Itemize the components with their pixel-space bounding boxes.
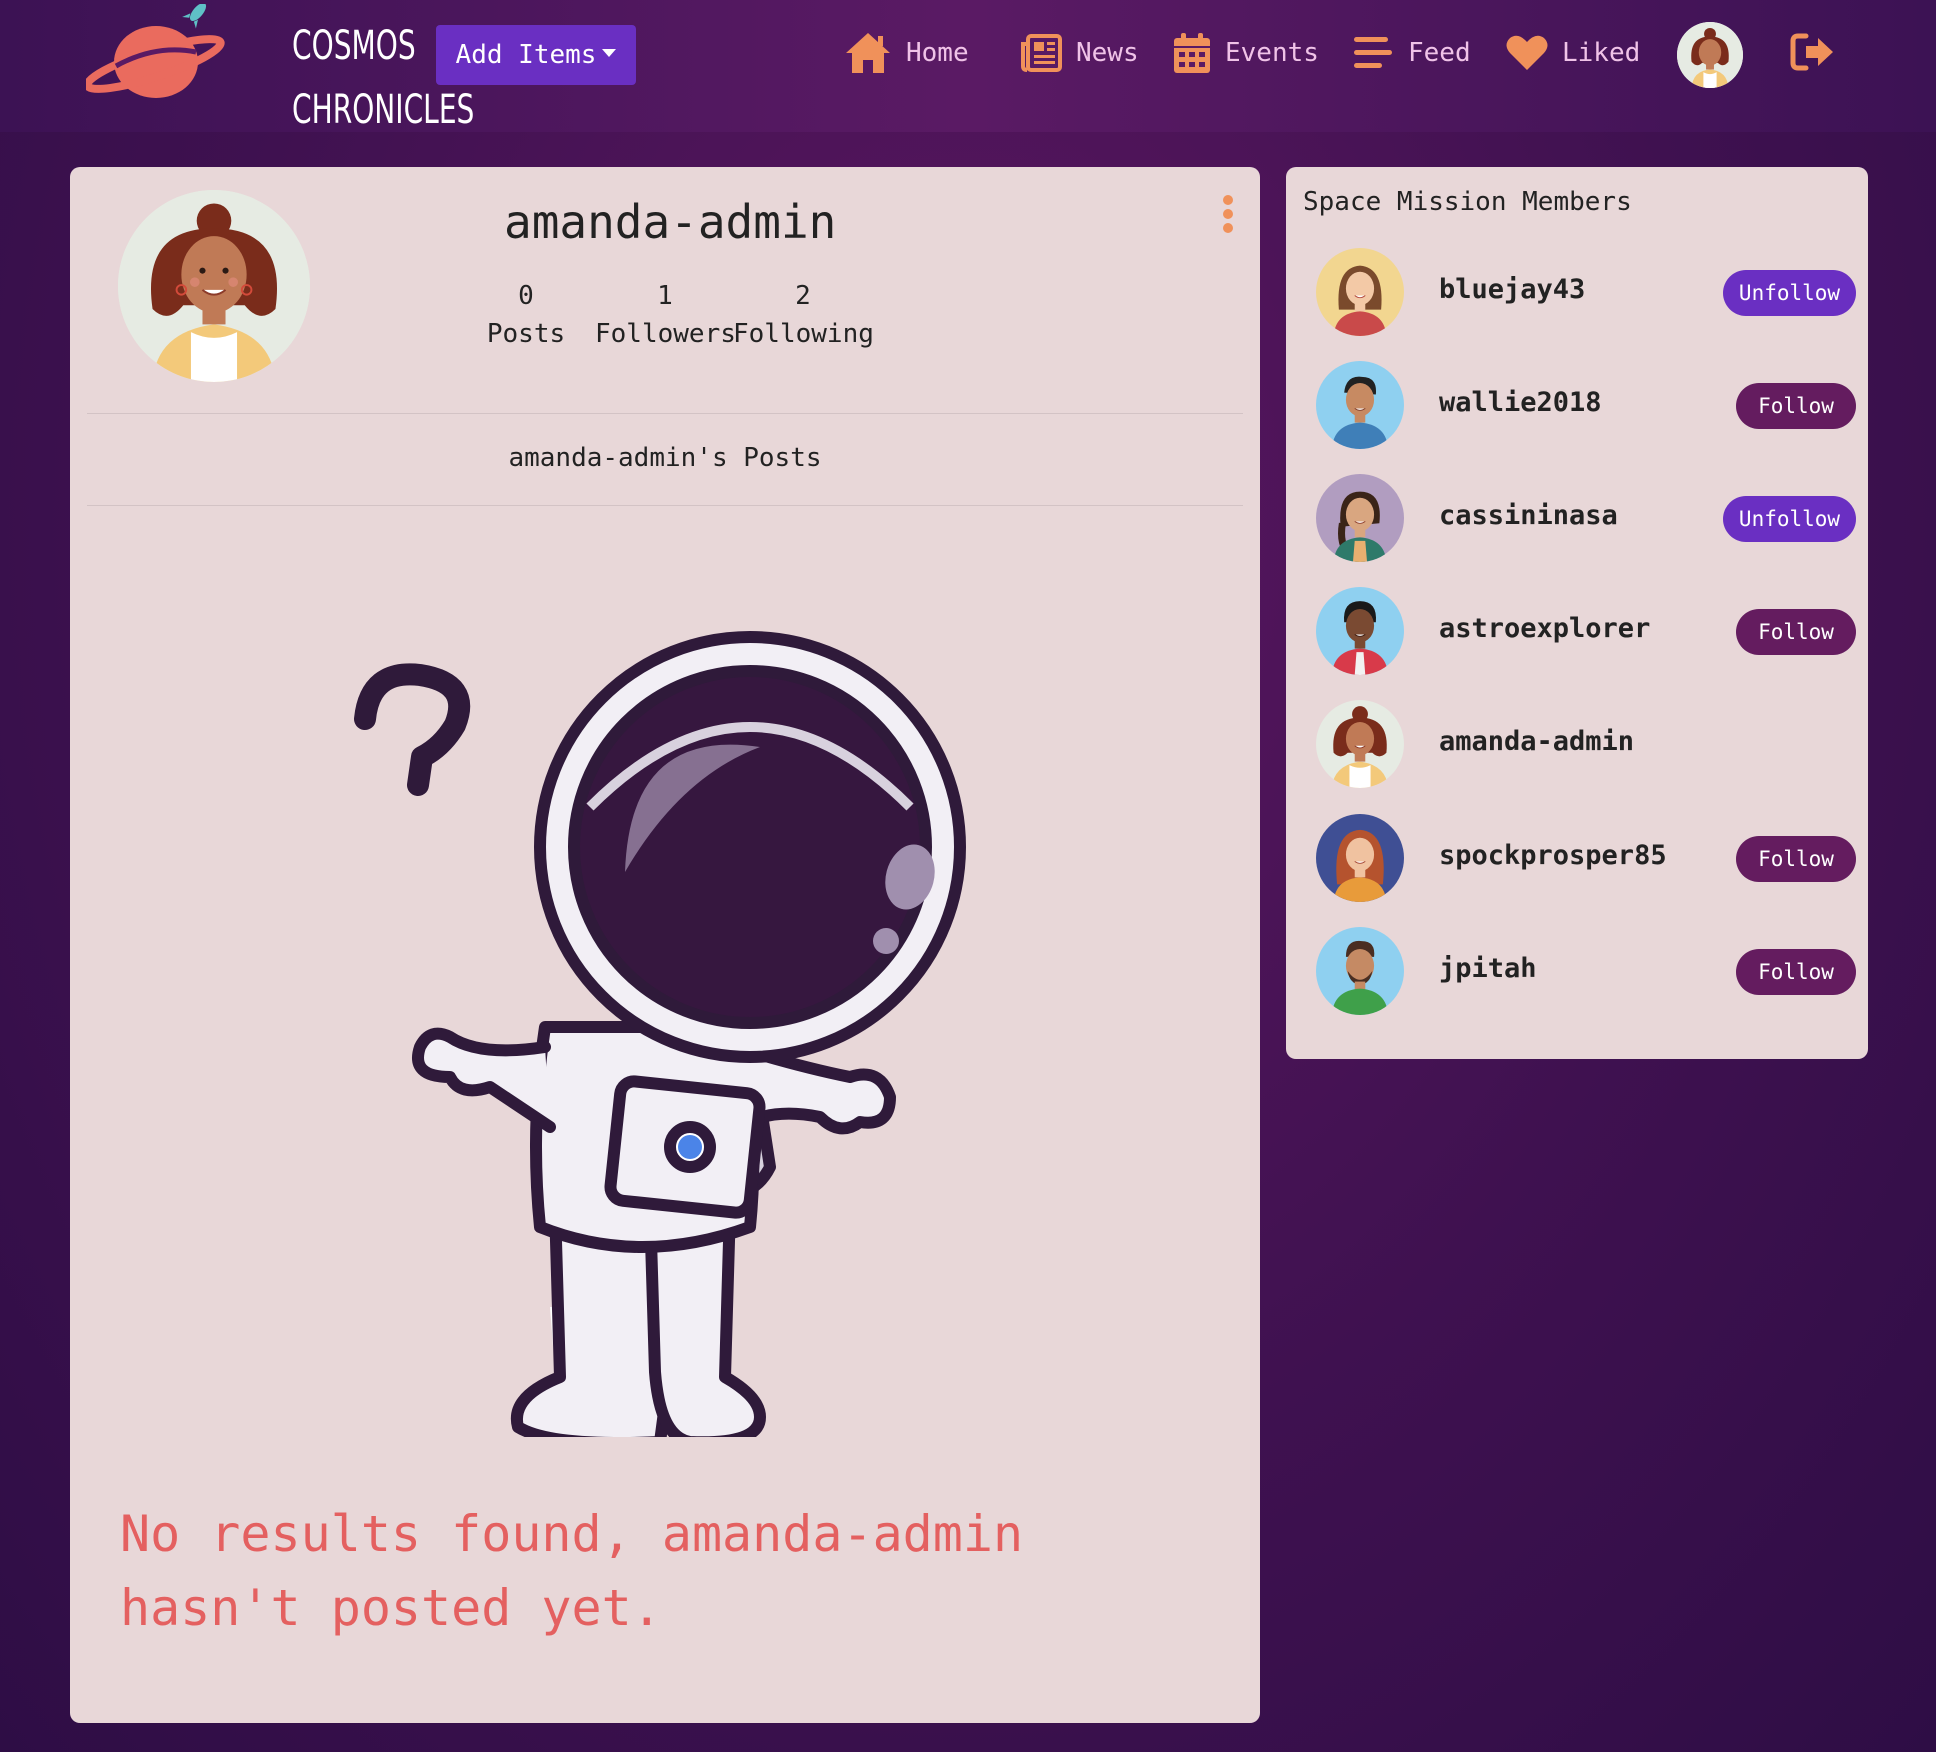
members-card: Space Mission Members bluejay43 Unfollow: [1286, 167, 1868, 1059]
unfollow-button[interactable]: Unfollow: [1723, 496, 1856, 542]
avatar-amanda-icon: [1316, 700, 1404, 788]
brand-logo[interactable]: COSMOS CHRONICLES: [83, 2, 474, 133]
nav-events-label: Events: [1225, 38, 1319, 68]
unfollow-button[interactable]: Unfollow: [1723, 270, 1856, 316]
profile-divider-bottom: [87, 505, 1243, 506]
member-row: bluejay43 Unfollow: [1316, 248, 1856, 338]
follow-button[interactable]: Follow: [1736, 836, 1856, 882]
member-avatar[interactable]: [1316, 814, 1404, 902]
member-avatar[interactable]: [1316, 361, 1404, 449]
follow-button[interactable]: Follow: [1736, 609, 1856, 655]
caret-down-icon: [602, 49, 617, 57]
nav-liked-label: Liked: [1562, 38, 1641, 68]
member-avatar[interactable]: [1316, 474, 1404, 562]
add-items-dropdown-button[interactable]: Add Items: [436, 25, 636, 85]
avatar-jpitah-icon: [1316, 927, 1404, 1015]
nav-news[interactable]: News: [1020, 25, 1139, 81]
astronaut-shrug-icon: [354, 631, 966, 1449]
profile-avatar: [118, 190, 310, 382]
member-row: astroexplorer Follow: [1316, 587, 1856, 677]
member-username[interactable]: astroexplorer: [1439, 613, 1650, 644]
stat-following[interactable]: 2 Following: [733, 277, 874, 353]
nav-events[interactable]: Events: [1173, 25, 1319, 81]
nav-feed[interactable]: Feed: [1352, 25, 1471, 81]
member-row: spockprosper85 Follow: [1316, 814, 1856, 904]
stat-following-count: 2: [795, 281, 811, 311]
profile-card: amanda-admin 0 Posts 1 Followers 2 Follo…: [70, 167, 1260, 1723]
member-username[interactable]: wallie2018: [1439, 387, 1602, 418]
member-username[interactable]: spockprosper85: [1439, 840, 1667, 871]
nav-liked[interactable]: Liked: [1506, 25, 1640, 81]
avatar-cassininasa-icon: [1316, 474, 1404, 562]
nav-news-label: News: [1076, 38, 1139, 68]
member-avatar[interactable]: [1316, 587, 1404, 675]
brand-line-2: CHRONICLES: [292, 87, 475, 133]
member-username[interactable]: amanda-admin: [1439, 726, 1634, 757]
stat-followers-label: Followers: [595, 319, 736, 349]
stat-following-label: Following: [733, 319, 874, 349]
empty-posts-message: No results found, amanda-admin hasn't po…: [120, 1505, 1024, 1637]
nav-feed-label: Feed: [1408, 38, 1471, 68]
nav-home[interactable]: Home: [844, 25, 969, 81]
member-row: wallie2018 Follow: [1316, 361, 1856, 451]
avatar-amanda-icon: [118, 190, 310, 382]
member-avatar[interactable]: [1316, 927, 1404, 1015]
stat-posts[interactable]: 0 Posts: [456, 277, 596, 353]
follow-button[interactable]: Follow: [1736, 949, 1856, 995]
add-items-label: Add Items: [455, 40, 597, 70]
follow-button[interactable]: Follow: [1736, 383, 1856, 429]
stat-followers-count: 1: [657, 281, 673, 311]
posts-heading: amanda-admin's Posts: [508, 443, 822, 473]
member-username[interactable]: cassininasa: [1439, 500, 1618, 531]
planet-logo-icon: [83, 2, 225, 98]
home-icon: [846, 33, 890, 73]
user-avatar-menu[interactable]: [1677, 22, 1743, 88]
newspaper-icon: [1021, 34, 1062, 72]
member-row: amanda-admin: [1316, 700, 1856, 790]
avatar-bluejay43-icon: [1316, 248, 1404, 336]
stat-posts-count: 0: [518, 281, 534, 311]
stat-followers[interactable]: 1 Followers: [595, 277, 736, 353]
stat-posts-label: Posts: [486, 319, 566, 349]
member-avatar[interactable]: [1316, 248, 1404, 336]
member-username[interactable]: bluejay43: [1439, 274, 1585, 305]
feed-lines-icon: [1354, 37, 1392, 68]
calendar-icon: [1174, 33, 1210, 73]
confused-astronaut-illustration: [350, 607, 990, 1449]
member-username[interactable]: jpitah: [1439, 953, 1537, 984]
logout-icon: [1790, 33, 1833, 71]
member-avatar[interactable]: [1316, 700, 1404, 788]
kebab-menu-icon: [1223, 195, 1233, 233]
profile-divider-top: [87, 413, 1243, 414]
member-row: cassininasa Unfollow: [1316, 474, 1856, 564]
avatar-wallie2018-icon: [1316, 361, 1404, 449]
avatar-amanda-icon: [1677, 22, 1743, 88]
top-navbar: COSMOS CHRONICLES Add Items Home News Ev…: [0, 0, 1936, 133]
logout-button[interactable]: [1790, 32, 1836, 76]
profile-options-menu[interactable]: [1222, 195, 1234, 239]
avatar-spockprosper85-icon: [1316, 814, 1404, 902]
heart-icon: [1506, 35, 1548, 70]
avatar-astroexplorer-icon: [1316, 587, 1404, 675]
member-row: jpitah Follow: [1316, 927, 1856, 1017]
profile-username: amanda-admin: [504, 195, 837, 249]
nav-home-label: Home: [906, 38, 969, 68]
members-title: Space Mission Members: [1303, 187, 1632, 217]
